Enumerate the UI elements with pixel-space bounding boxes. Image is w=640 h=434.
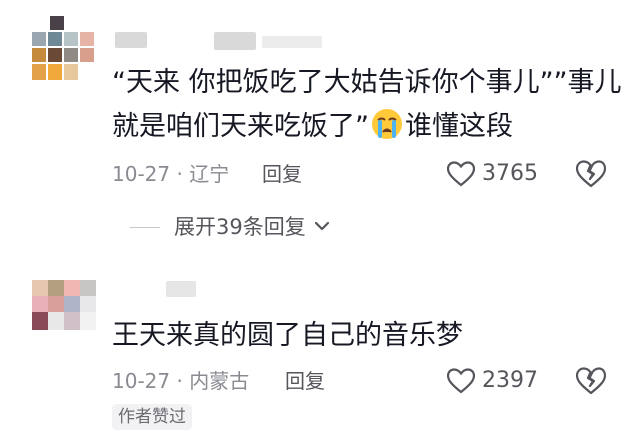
author-liked-badge: 作者赞过: [112, 404, 192, 430]
comment-text-line: 就是咱们天来吃饭了”: [112, 111, 369, 142]
comment-text: 王天来真的圆了自己的音乐梦: [112, 320, 463, 351]
comment-text: 就是咱们天来吃饭了” 谁懂这段: [112, 106, 513, 148]
comment-location: 内蒙古: [189, 369, 250, 393]
username-redacted[interactable]: [262, 36, 322, 48]
username-redacted[interactable]: [214, 32, 256, 50]
broken-heart-icon[interactable]: [576, 160, 606, 188]
chevron-down-icon: [315, 221, 330, 231]
username-redacted[interactable]: [115, 32, 147, 48]
like-count: 3765: [482, 161, 538, 186]
comment-date: 10-27 · 内蒙古: [112, 369, 250, 393]
comment-date: 10-27 · 辽宁: [112, 162, 230, 186]
reply-button[interactable]: 回复: [262, 160, 302, 188]
like-heart-icon[interactable]: [447, 368, 475, 394]
avatar[interactable]: [32, 16, 100, 84]
avatar[interactable]: [32, 280, 100, 332]
expand-replies-button[interactable]: 展开39条回复: [174, 213, 330, 241]
expand-divider: [130, 227, 160, 228]
comment-location: 辽宁: [189, 162, 230, 186]
username-redacted[interactable]: [166, 281, 196, 297]
broken-heart-icon[interactable]: [576, 367, 606, 395]
like-heart-icon[interactable]: [447, 161, 475, 187]
comment-text-line: 谁懂这段: [405, 111, 513, 142]
reply-button[interactable]: 回复: [285, 367, 325, 395]
crying-face-icon: [371, 108, 403, 140]
comment-text: “天来 你把饭吃了大姑告诉你个事儿””事儿: [112, 67, 622, 98]
like-count: 2397: [482, 368, 538, 393]
